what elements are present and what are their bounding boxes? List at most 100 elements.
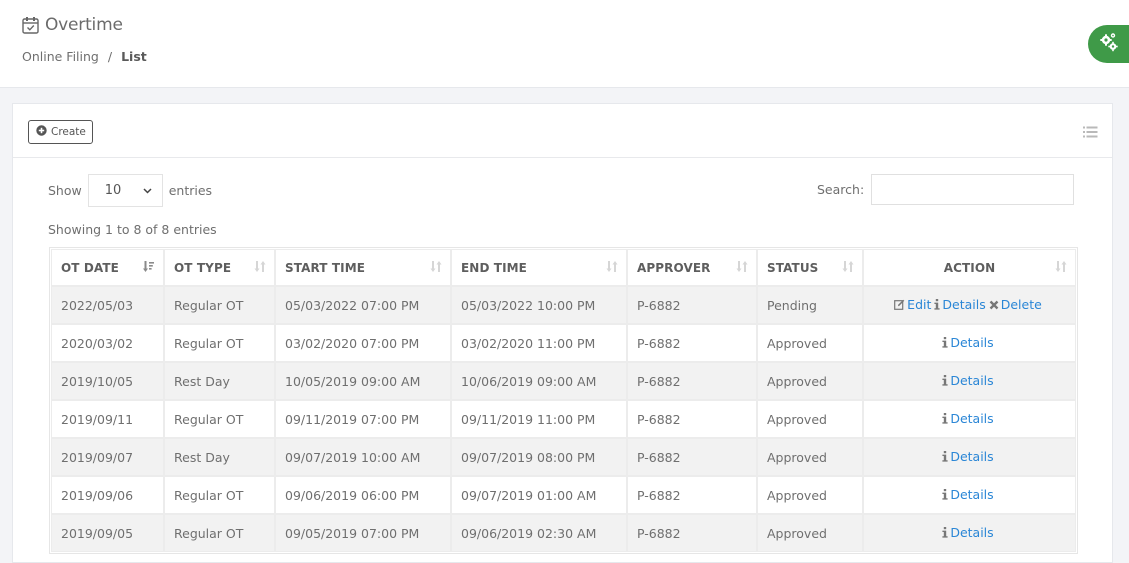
details-link[interactable]: Details [950,411,993,426]
close-icon [989,298,999,313]
details-action[interactable]: Details [942,335,994,350]
breadcrumb-online-filing[interactable]: Online Filing [22,49,99,64]
column-header-end-time[interactable]: END TIME [451,249,627,286]
approver-cell: P-6882 [627,438,757,476]
start-time-cell: 09/07/2019 10:00 AM [275,438,451,476]
ot-date-cell: 2019/09/07 [51,438,164,476]
action-cell: Details [863,362,1076,400]
action-cell: Details [863,476,1076,514]
column-label: END TIME [461,260,527,275]
ot-date-cell: 2019/09/05 [51,514,164,552]
delete-link[interactable]: Delete [1001,297,1042,312]
title-row: Overtime [22,15,123,35]
search-label: Search: [817,182,865,197]
end-time-cell: 05/03/2022 10:00 PM [451,286,627,324]
details-link[interactable]: Details [950,525,993,540]
action-cell: Details [863,514,1076,552]
info-icon [942,450,948,465]
ot-date-cell: 2019/09/11 [51,400,164,438]
start-time-cell: 03/02/2020 07:00 PM [275,324,451,362]
details-action[interactable]: Details [942,525,994,540]
ot-type-cell: Rest Day [164,362,275,400]
page-length-control: Show 10 entries [48,174,212,207]
status-cell: Approved [757,514,863,552]
details-link[interactable]: Details [950,335,993,350]
table-row: 2020/03/02 Regular OT 03/02/2020 07:00 PM 0… [51,324,1076,362]
end-time-cell: 09/11/2019 11:00 PM [451,400,627,438]
details-action[interactable]: Details [942,487,994,502]
status-cell: Approved [757,400,863,438]
approver-cell: P-6882 [627,400,757,438]
plus-circle-icon [36,125,47,139]
sort-icon [1055,261,1067,276]
ot-date-cell: 2019/10/05 [51,362,164,400]
edit-link[interactable]: Edit [907,297,931,312]
details-link[interactable]: Details [942,297,985,312]
end-time-cell: 09/07/2019 01:00 AM [451,476,627,514]
details-link[interactable]: Details [950,487,993,502]
details-link[interactable]: Details [950,449,993,464]
page-length-value: 10 [104,183,122,198]
column-label: START TIME [285,260,366,275]
sort-icon [736,261,748,276]
column-header-ot-type[interactable]: OT TYPE [164,249,275,286]
end-time-cell: 09/07/2019 08:00 PM [451,438,627,476]
ot-date-cell: 2022/05/03 [51,286,164,324]
status-cell: Approved [757,476,863,514]
card-toolbar: Create [13,104,1112,158]
sort-icon [430,261,442,276]
entries-label: entries [168,183,213,198]
ot-date-cell: 2020/03/02 [51,324,164,362]
sort-icon [606,261,618,276]
start-time-cell: 09/05/2019 07:00 PM [275,514,451,552]
approver-cell: P-6882 [627,362,757,400]
column-header-ot-date[interactable]: OT DATE [51,249,164,286]
breadcrumb-separator: / [107,49,113,64]
details-link[interactable]: Details [950,373,993,388]
column-header-action[interactable]: ACTION [863,249,1076,286]
ot-type-cell: Rest Day [164,438,275,476]
end-time-cell: 10/06/2019 09:00 AM [451,362,627,400]
table-body: 2022/05/03 Regular OT 05/03/2022 07:00 PM 0… [51,286,1076,552]
table-row: 2019/09/07 Rest Day 09/07/2019 10:00 AM 09/… [51,438,1076,476]
details-action[interactable]: Details [942,411,994,427]
ot-type-cell: Regular OT [164,476,275,514]
action-cell: Details [863,324,1076,362]
action-cell: Details [863,438,1076,476]
info-icon [942,374,948,389]
calendar-check-icon [22,16,39,34]
info-icon [942,412,948,427]
approver-cell: P-6882 [627,324,757,362]
end-time-cell: 09/06/2019 02:30 AM [451,514,627,552]
breadcrumb-list: List [121,49,147,64]
search-control: Search: [817,174,1075,205]
delete-action[interactable]: Delete [989,297,1042,312]
list-icon[interactable] [1083,123,1098,142]
details-action[interactable]: Details [934,297,986,312]
table-row: 2019/09/05 Regular OT 09/05/2019 07:00 PM 0… [51,514,1076,552]
edit-action[interactable]: Edit [894,297,931,312]
details-action[interactable]: Details [942,449,994,465]
search-input[interactable] [871,174,1075,205]
column-header-start-time[interactable]: START TIME [275,249,451,286]
start-time-cell: 05/03/2022 07:00 PM [275,286,451,324]
table-row: 2019/09/11 Regular OT 09/11/2019 07:00 PM 0… [51,400,1076,438]
table-info: Showing 1 to 8 of 8 entries [48,222,217,237]
action-cell: Details [863,400,1076,438]
column-label: OT TYPE [174,260,232,275]
start-time-cell: 10/05/2019 09:00 AM [275,362,451,400]
ot-type-cell: Regular OT [164,286,275,324]
page-header: Overtime Online Filing / List [0,0,1129,88]
chevron-down-icon [143,183,152,198]
column-label: OT DATE [61,260,119,275]
sort-icon [842,261,854,276]
column-header-status[interactable]: STATUS [757,249,863,286]
column-label: STATUS [767,260,819,275]
column-header-approver[interactable]: APPROVER [627,249,757,286]
approver-cell: P-6882 [627,514,757,552]
settings-fab-button[interactable] [1088,25,1129,63]
table-row: 2022/05/03 Regular OT 05/03/2022 07:00 PM 0… [51,286,1076,324]
create-button[interactable]: Create [28,120,93,144]
page-length-select[interactable]: 10 [87,174,163,207]
details-action[interactable]: Details [942,373,994,389]
